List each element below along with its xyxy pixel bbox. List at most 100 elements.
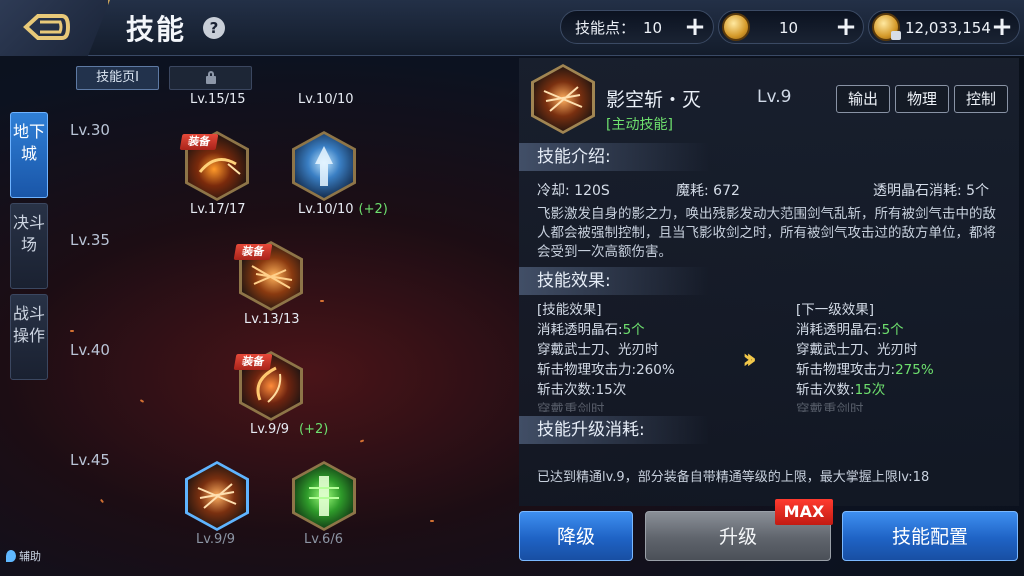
next-effect-line: 斩击物理攻击力:275% xyxy=(796,360,934,380)
add-skill-points-button[interactable]: + xyxy=(680,12,710,42)
max-badge: MAX xyxy=(775,499,833,525)
coin-icon xyxy=(722,13,750,41)
skill-name: 影空斩・灭 xyxy=(606,89,702,111)
effect-value: 15次 xyxy=(595,382,627,398)
ember xyxy=(139,399,145,403)
current-effect-header: [技能效果] xyxy=(537,302,602,318)
skill-description: 飞影激发自身的影之力，唤出残影发动大范围剑气乱斩，所有被剑气击中的敌人都会被强制… xyxy=(537,206,996,260)
current-effect-line: 消耗透明晶石:5个 xyxy=(537,320,675,340)
skill-level: Lv.13/13 xyxy=(244,312,300,327)
skill-level: Lv.9/9 (+2) xyxy=(250,422,328,437)
current-effect-line: 穿戴重剑时 xyxy=(537,402,605,412)
back-arrow-icon[interactable] xyxy=(22,10,70,44)
effect-label: 斩击次数: xyxy=(796,382,855,398)
skill-level: Lv.10/10 (+2) xyxy=(298,202,388,217)
skill-slot[interactable] xyxy=(292,131,356,201)
mana-cost: 魔耗: 672 xyxy=(676,183,740,199)
next-effect-header: [下一级效果] xyxy=(796,302,875,318)
coins-value: 10 xyxy=(779,19,799,37)
effect-label: 消耗透明晶石: xyxy=(796,322,882,338)
assist-label: 辅助 xyxy=(19,550,41,563)
gold-pill: 12,033,154 + xyxy=(868,10,1020,44)
effect-label: 斩击物理攻击力: xyxy=(796,362,896,378)
next-effect-line: 穿戴武士刀、光刃时 xyxy=(796,342,918,358)
tab-duel[interactable]: 决斗场 xyxy=(10,203,48,289)
bound-lock-icon xyxy=(891,31,901,40)
coins-pill: 10 + xyxy=(718,10,864,44)
skill-level-value: Lv.9/9 xyxy=(250,422,289,437)
current-effect-line: 斩击次数:15次 xyxy=(537,380,675,400)
ember xyxy=(320,300,324,302)
skill-level: Lv.6/6 xyxy=(304,532,343,547)
effect-section-title: 技能效果: xyxy=(519,267,709,295)
ember xyxy=(430,520,434,522)
help-icon[interactable]: ? xyxy=(203,17,225,39)
effect-label: 消耗透明晶石: xyxy=(537,322,623,338)
level-row-label: Lv.35 xyxy=(70,231,110,249)
skill-page-tab-locked[interactable] xyxy=(169,66,252,90)
skill-points-value: 10 xyxy=(643,19,663,37)
equipped-badge: 装备 xyxy=(179,134,219,150)
upgrade-note: 已达到精通lv.9，部分装备自带精通等级的上限，最大掌握上限lv:18 xyxy=(537,470,930,485)
tag-physical[interactable]: 物理 xyxy=(895,85,949,113)
skill-type: [主动技能] xyxy=(606,117,673,133)
level-row-label: Lv.40 xyxy=(70,341,110,359)
effect-value: 5个 xyxy=(622,322,645,338)
tab-battle-control[interactable]: 战斗操作 xyxy=(10,294,48,380)
effect-label: 斩击次数: xyxy=(537,382,596,398)
lock-icon xyxy=(205,71,216,84)
flame-icon xyxy=(6,550,16,562)
skill-slot-selected[interactable] xyxy=(185,461,249,531)
skill-level-bonus: (+2) xyxy=(358,202,388,217)
assist-button[interactable]: 辅助 xyxy=(6,548,41,564)
effect-value: 260% xyxy=(636,362,675,378)
next-effect-line: 斩击次数:15次 xyxy=(796,380,934,400)
next-effect-line: 穿戴重剑时 xyxy=(796,402,864,412)
skill-level: Lv.17/17 xyxy=(190,202,246,217)
current-effect-line: 斩击物理攻击力:260% xyxy=(537,360,675,380)
add-gold-button[interactable]: + xyxy=(987,12,1017,42)
skill-level-bonus: (+2) xyxy=(298,422,329,437)
equipped-badge: 装备 xyxy=(233,244,273,260)
gold-value: 12,033,154 xyxy=(905,19,991,37)
effect-label: 斩击物理攻击力: xyxy=(537,362,637,378)
effect-value: 275% xyxy=(895,362,934,378)
downgrade-button[interactable]: 降级 xyxy=(519,511,633,561)
cooldown: 冷却: 120S xyxy=(537,183,610,199)
rising-blade-skill-icon xyxy=(315,146,333,186)
double-chevron-right-icon: ›› xyxy=(742,342,757,375)
effect-value: 5个 xyxy=(881,322,904,338)
ember xyxy=(359,439,365,443)
ember xyxy=(99,498,105,504)
effect-value: 15次 xyxy=(854,382,886,398)
upgrade-cost-section-title: 技能升级消耗: xyxy=(519,416,709,444)
shadow-void-slash-skill-icon xyxy=(197,483,237,509)
intro-section-title: 技能介绍: xyxy=(519,143,709,171)
skill-points-label: 技能点： xyxy=(575,19,636,37)
equipped-badge: 装备 xyxy=(233,354,273,370)
level-row-label: Lv.45 xyxy=(70,451,110,469)
skill-level: Lv.10/10 xyxy=(298,92,354,107)
page-title: 技能 xyxy=(126,13,187,46)
tag-output[interactable]: 输出 xyxy=(836,85,890,113)
skill-page-tab-1[interactable]: 技能页Ⅰ xyxy=(76,66,159,90)
tag-control[interactable]: 控制 xyxy=(954,85,1008,113)
skill-slot[interactable] xyxy=(292,461,356,531)
shadow-void-slash-skill-icon xyxy=(543,86,583,112)
current-effect: [技能效果] 消耗透明晶石:5个 穿戴武士刀、光刃时 斩击物理攻击力:260% … xyxy=(537,300,675,412)
skill-current-level: Lv.9 xyxy=(757,87,792,107)
next-effect: [下一级效果] 消耗透明晶石:5个 穿戴武士刀、光刃时 斩击物理攻击力:275%… xyxy=(796,300,934,412)
crystal-cost: 透明晶石消耗: 5个 xyxy=(873,183,990,199)
next-effect-line: 消耗透明晶石:5个 xyxy=(796,320,934,340)
add-coins-button[interactable]: + xyxy=(831,12,861,42)
skill-level: Lv.15/15 xyxy=(190,92,246,107)
skill-config-button[interactable]: 技能配置 xyxy=(842,511,1018,561)
light-blade-skill-icon xyxy=(309,476,339,516)
skill-points-pill: 技能点： 10 + xyxy=(560,10,714,44)
level-row-label: Lv.30 xyxy=(70,121,110,139)
skill-level-value: Lv.10/10 xyxy=(298,202,354,217)
tab-dungeon[interactable]: 地下城 xyxy=(10,112,48,198)
skill-level: Lv.9/9 xyxy=(196,532,235,547)
ember xyxy=(70,330,74,332)
current-effect-line: 穿戴武士刀、光刃时 xyxy=(537,342,659,358)
